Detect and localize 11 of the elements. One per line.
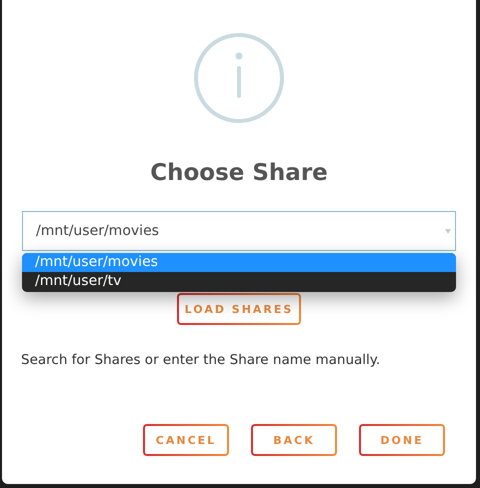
cancel-button[interactable]: CANCEL [143,424,229,456]
dropdown-option[interactable]: /mnt/user/tv [22,272,456,291]
done-button[interactable]: DONE [359,424,445,456]
dialog-title: Choose Share [149,160,329,186]
info-icon [193,32,285,124]
help-text: Search for Shares or enter the Share name manually. [21,352,382,368]
back-button[interactable]: BACK [251,424,337,456]
load-shares-button[interactable]: LOAD SHARES [176,293,302,325]
dropdown-option[interactable]: /mnt/user/movies [22,253,456,272]
share-select[interactable]: /mnt/user/movies [22,211,456,251]
caret-icon [445,228,451,234]
